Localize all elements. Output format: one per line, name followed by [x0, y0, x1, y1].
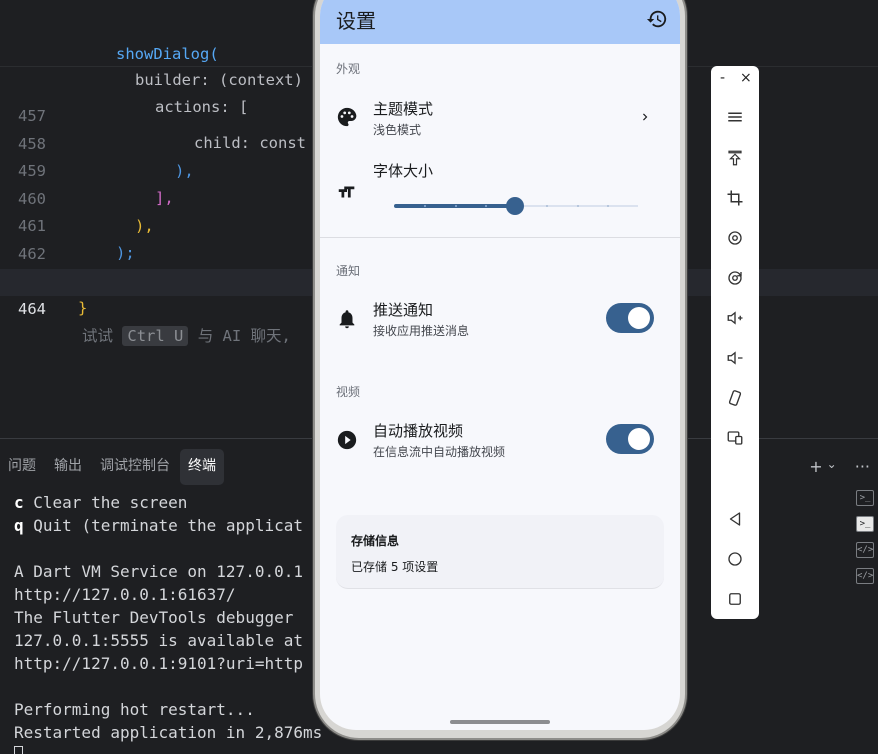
crop-icon[interactable] — [723, 186, 747, 210]
autoplay-video-item[interactable]: 自动播放视频 在信息流中自动播放视频 — [320, 411, 680, 467]
push-notification-item[interactable]: 推送通知 接收应用推送消息 — [320, 290, 680, 346]
theme-mode-value: 浅色模式 — [373, 123, 422, 137]
new-terminal-button[interactable]: + — [809, 457, 822, 476]
terminal-cursor — [14, 746, 23, 754]
play-circle-icon — [337, 430, 357, 450]
rotate-left-icon[interactable] — [723, 226, 747, 250]
slider-thumb[interactable] — [506, 197, 524, 215]
tab-output[interactable]: 输出 — [46, 449, 90, 485]
storage-info-title: 存储信息 — [351, 534, 400, 548]
push-notification-switch[interactable] — [606, 303, 654, 333]
terminal-list-item[interactable]: </> — [856, 542, 874, 558]
back-icon[interactable] — [723, 507, 747, 531]
volume-down-icon[interactable] — [723, 346, 747, 370]
tab-terminal[interactable]: 终端 — [180, 449, 224, 485]
autoplay-video-title: 自动播放视频 — [373, 422, 464, 440]
history-icon[interactable] — [646, 8, 668, 30]
chevron-right-icon — [643, 113, 648, 121]
autoplay-video-switch[interactable] — [606, 424, 654, 454]
theme-mode-item[interactable]: 主题模式 浅色模式 — [320, 88, 680, 144]
palette-icon — [337, 107, 357, 127]
tab-problems[interactable]: 问题 — [0, 449, 44, 485]
section-divider — [320, 237, 680, 238]
terminal-line: http://127.0.0.1:9101?uri=http — [14, 654, 303, 673]
terminal-line: Performing hot restart... — [14, 700, 255, 719]
slider-tick — [607, 205, 609, 207]
minimize-button[interactable]: - — [720, 70, 725, 86]
close-button[interactable]: × — [740, 70, 752, 86]
storage-info-text: 已存储 5 项设置 — [351, 560, 439, 574]
switch-knob — [628, 428, 650, 450]
page-title: 设置 — [336, 9, 376, 33]
section-label-appearance: 外观 — [336, 62, 361, 76]
push-notification-subtitle: 接收应用推送消息 — [373, 324, 470, 338]
storage-info-card: 存储信息 已存储 5 项设置 — [336, 515, 664, 589]
top-icon[interactable] — [723, 146, 747, 170]
terminal-list-item[interactable]: >_ — [856, 516, 874, 532]
phone-screen[interactable]: 设置 外观 主题模式 浅色模式 字体大小 通知 推送通知 接收应用推送消息 视频… — [320, 0, 680, 730]
terminal-line: 127.0.0.1:5555 is available at — [14, 631, 303, 650]
panel-tabs: 问题 输出 调试控制台 终端 — [0, 449, 226, 485]
gesture-home-bar[interactable] — [450, 720, 550, 724]
terminal-dropdown-button[interactable]: ⌄ — [827, 457, 837, 476]
terminal-list-rail: >_ >_ </> </> — [856, 490, 878, 584]
section-label-video: 视频 — [336, 385, 361, 399]
screen-mirror-icon[interactable] — [723, 426, 747, 450]
ai-chat-hint: 试试 Ctrl U 与 AI 聊天, — [82, 326, 291, 346]
terminal-output[interactable]: c Clear the screen q Quit (terminate the … — [14, 491, 322, 754]
terminal-line: c Clear the screen — [14, 493, 188, 512]
emulator-toolbar: - × — [711, 66, 759, 619]
emulator-window-controls: - × — [711, 66, 759, 96]
text-size-icon — [338, 186, 355, 198]
shortcut-key: Ctrl U — [122, 326, 189, 346]
terminal-line: q Quit (terminate the applicat — [14, 516, 303, 535]
slider-tick — [485, 205, 487, 207]
code-text: } — [78, 299, 88, 317]
line-number: 464 — [18, 300, 46, 318]
terminal-line: A Dart VM Service on 127.0.0.1 — [14, 562, 303, 581]
terminal-list-item[interactable]: </> — [856, 568, 874, 584]
terminal-line: Restarted application in 2,876ms — [14, 723, 323, 742]
slider-tick — [455, 205, 457, 207]
panel-actions: + ⌄ ··· — [809, 457, 870, 476]
slider-tick — [424, 205, 426, 207]
rotate-device-icon[interactable] — [723, 386, 747, 410]
bell-icon — [339, 310, 355, 329]
theme-mode-title: 主题模式 — [373, 100, 434, 118]
overview-icon[interactable] — [723, 587, 747, 611]
terminal-line: The Flutter DevTools debugger — [14, 608, 294, 627]
slider-tick — [577, 205, 579, 207]
tab-debug-console[interactable]: 调试控制台 — [92, 449, 178, 485]
more-actions-button[interactable]: ··· — [855, 457, 870, 476]
terminal-list-item[interactable]: >_ — [856, 490, 874, 506]
menu-icon[interactable] — [723, 105, 747, 129]
section-label-notifications: 通知 — [336, 264, 361, 278]
font-size-item: 字体大小 — [320, 150, 680, 230]
home-icon[interactable] — [723, 547, 747, 571]
slider-inactive-track — [524, 205, 638, 207]
push-notification-title: 推送通知 — [373, 301, 434, 319]
font-size-slider[interactable] — [394, 194, 638, 218]
slider-tick — [546, 205, 548, 207]
switch-knob — [628, 307, 650, 329]
font-size-title: 字体大小 — [373, 162, 434, 180]
volume-up-icon[interactable] — [723, 306, 747, 330]
app-bar: 设置 — [320, 0, 680, 44]
rotate-right-icon[interactable] — [723, 266, 747, 290]
terminal-line: http://127.0.0.1:61637/ — [14, 585, 236, 604]
autoplay-video-subtitle: 在信息流中自动播放视频 — [373, 445, 506, 459]
